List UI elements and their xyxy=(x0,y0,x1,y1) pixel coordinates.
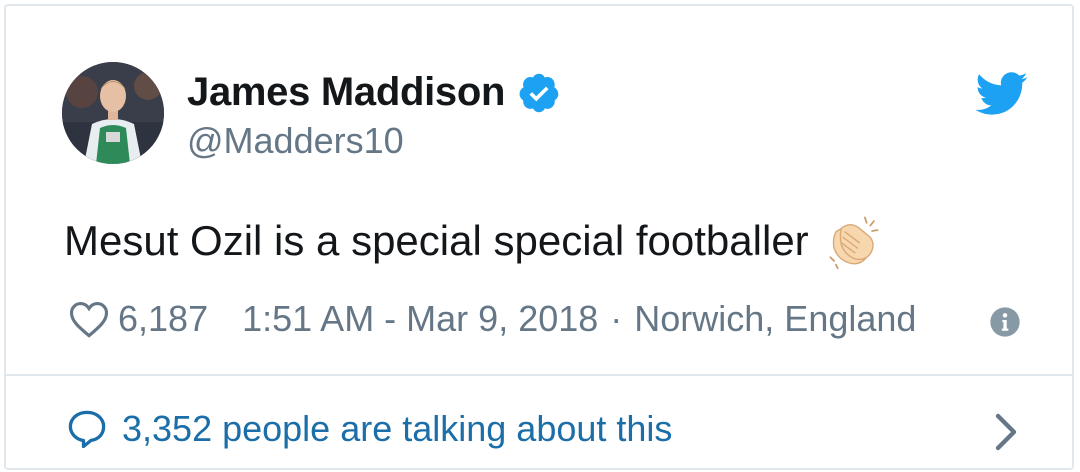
avatar-photo xyxy=(62,62,164,164)
speech-bubble-icon xyxy=(68,410,106,449)
like-count[interactable]: 6,187 xyxy=(118,298,208,340)
divider xyxy=(6,374,1072,376)
tweet-body: Mesut Ozil is a special special football… xyxy=(64,217,809,264)
tweet-embed-card[interactable]: James Maddison @Madders10 Mesut Ozil is … xyxy=(4,4,1074,470)
info-circle-icon[interactable] xyxy=(989,306,1021,338)
timestamp[interactable]: 1:51 AM - Mar 9, 2018 xyxy=(242,298,598,340)
location[interactable]: Norwich, England xyxy=(634,298,916,340)
twitter-bird-icon[interactable] xyxy=(975,72,1029,116)
avatar[interactable] xyxy=(62,62,164,164)
author-name[interactable]: James Maddison xyxy=(187,70,505,115)
talking-count-text[interactable]: 3,352 people are talking about this xyxy=(122,408,672,450)
conversation-link[interactable]: 3,352 people are talking about this xyxy=(66,408,672,450)
tweet-text: Mesut Ozil is a special special football… xyxy=(64,212,883,270)
author-handle[interactable]: @Madders10 xyxy=(187,120,404,162)
tweet-meta: 6,187 1:51 AM - Mar 9, 2018 · Norwich, E… xyxy=(68,298,916,340)
heart-outline-icon[interactable] xyxy=(68,299,110,339)
verified-badge-icon xyxy=(519,73,559,112)
clapping-hands-icon xyxy=(829,216,879,270)
meta-separator: · xyxy=(610,298,623,339)
chevron-right-icon[interactable] xyxy=(994,412,1018,452)
